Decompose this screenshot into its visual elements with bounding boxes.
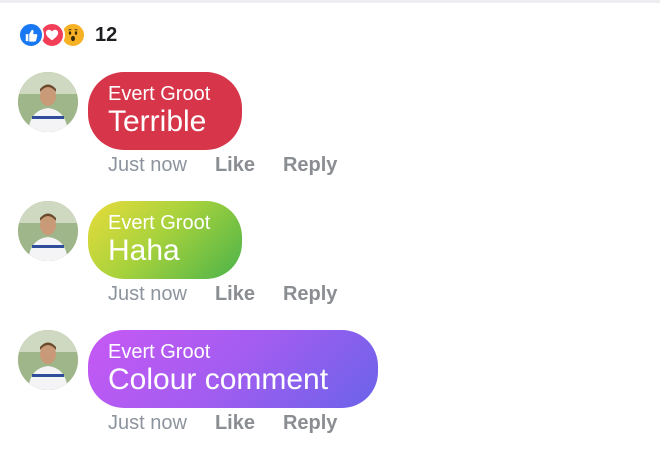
reaction-count: 12 (95, 23, 118, 46)
comment: Evert Groot Terrible Just now Like Reply (18, 72, 638, 192)
comment-bubble: Evert Groot Colour comment (88, 330, 378, 408)
like-icon (18, 22, 44, 48)
like-button[interactable]: Like (215, 283, 255, 306)
reply-button[interactable]: Reply (283, 154, 337, 177)
comment-timestamp[interactable]: Just now (108, 412, 187, 435)
comment-timestamp[interactable]: Just now (108, 154, 187, 177)
comment-timestamp[interactable]: Just now (108, 283, 187, 306)
comment-text: Haha (108, 234, 180, 267)
reply-button[interactable]: Reply (283, 283, 337, 306)
avatar[interactable] (18, 330, 78, 390)
comment-author[interactable]: Evert Groot (108, 83, 222, 105)
reactions-summary[interactable]: 12 (18, 22, 117, 48)
top-divider (0, 0, 660, 3)
like-button[interactable]: Like (215, 154, 255, 177)
avatar[interactable] (18, 201, 78, 261)
comment-actions: Just now Like Reply (108, 154, 337, 177)
comment-author[interactable]: Evert Groot (108, 212, 222, 234)
comment-actions: Just now Like Reply (108, 283, 337, 306)
avatar[interactable] (18, 72, 78, 132)
like-button[interactable]: Like (215, 412, 255, 435)
comment-author[interactable]: Evert Groot (108, 341, 358, 363)
reply-button[interactable]: Reply (283, 412, 337, 435)
comment-bubble: Evert Groot Terrible (88, 72, 242, 150)
comment: Evert Groot Haha Just now Like Reply (18, 201, 638, 321)
comment: Evert Groot Colour comment Just now Like… (18, 330, 638, 450)
comment-text: Terrible (108, 105, 207, 138)
comment-text: Colour comment (108, 363, 329, 396)
comment-actions: Just now Like Reply (108, 412, 337, 435)
comment-bubble: Evert Groot Haha (88, 201, 242, 279)
